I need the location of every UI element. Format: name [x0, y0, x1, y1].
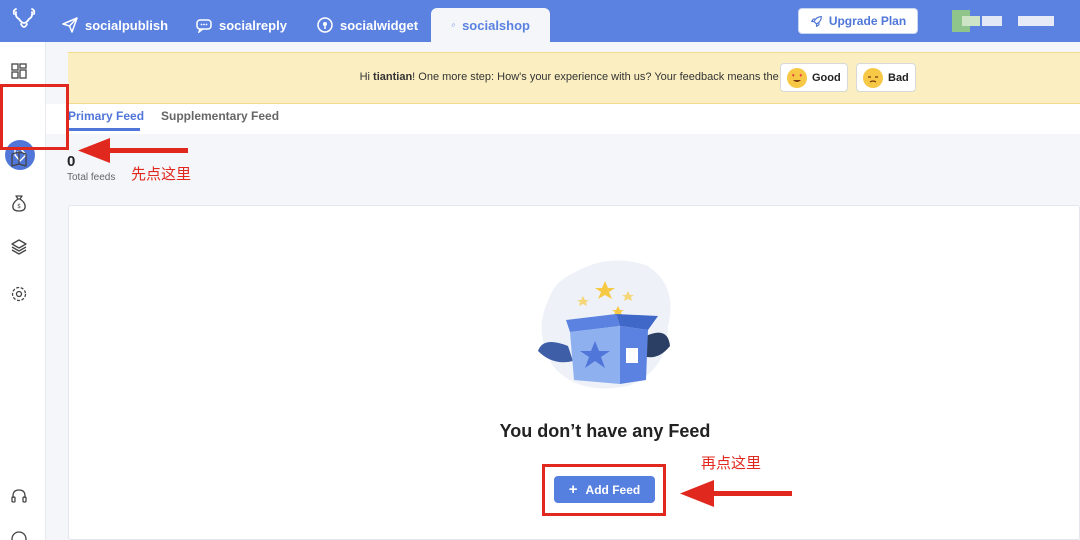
tab-supplementary-feed[interactable]: Supplementary Feed — [161, 109, 279, 123]
sad-face-emoji-icon — [863, 67, 883, 88]
rocket-icon — [810, 15, 822, 27]
chat-bubble-icon — [196, 19, 212, 33]
empty-state-title: You don’t have any Feed — [499, 421, 711, 441]
nav-tab-label: socialreply — [219, 17, 287, 33]
feedback-banner: Hi tiantian! One more step: How's your e… — [68, 52, 1080, 104]
annotation-text-second: 再点这里 — [701, 454, 762, 472]
money-bag-icon[interactable]: $ — [10, 194, 28, 212]
book-icon[interactable] — [10, 150, 28, 168]
shopping-tag-icon — [451, 23, 455, 27]
annotation-arrow-left-icon — [680, 480, 792, 507]
nav-tab-label: socialwidget — [340, 17, 419, 33]
bad-feedback-button[interactable]: Bad — [856, 63, 916, 92]
nav-tab-socialreply[interactable]: socialreply — [196, 8, 287, 42]
tab-primary-feed[interactable]: Primary Feed — [68, 109, 144, 123]
settings-icon[interactable] — [10, 285, 28, 303]
annotation-arrow-left-icon — [78, 138, 188, 163]
nav-tab-label: socialshop — [462, 17, 530, 33]
location-pin-icon — [317, 17, 333, 33]
good-feedback-button[interactable]: Good — [780, 63, 848, 92]
username: tiantian — [373, 71, 413, 83]
paper-plane-icon — [62, 17, 78, 33]
nav-tab-socialpublish[interactable]: socialpublish — [62, 8, 168, 42]
help-icon[interactable] — [10, 530, 28, 540]
nav-tab-label: socialpublish — [85, 17, 169, 33]
nav-tab-socialshop[interactable]: socialshop — [431, 8, 550, 42]
bad-label: Bad — [888, 71, 909, 84]
headset-icon[interactable] — [10, 487, 28, 505]
account-menu[interactable] — [952, 10, 1062, 32]
upgrade-plan-button[interactable]: Upgrade Plan — [798, 8, 918, 34]
annotation-text-first: 先点这里 — [131, 165, 192, 183]
nav-tab-socialwidget[interactable]: socialwidget — [317, 8, 418, 42]
empty-box-illustration — [538, 260, 671, 389]
active-tab-indicator — [68, 128, 140, 131]
upgrade-plan-label: Upgrade Plan — [828, 14, 907, 28]
deer-logo-icon[interactable] — [10, 6, 38, 34]
layers-icon[interactable] — [10, 238, 28, 256]
good-label: Good — [812, 71, 841, 84]
dashboard-icon[interactable] — [10, 62, 28, 80]
heart-eyes-emoji-icon — [787, 67, 807, 88]
annotation-box-sidebar — [0, 84, 69, 150]
feedback-message: Hi tiantian! One more step: How's your e… — [359, 71, 838, 83]
annotation-box-add-feed — [542, 464, 666, 516]
feed-tabs: Primary Feed Supplementary Feed — [46, 104, 1080, 134]
total-feeds-label: Total feeds — [67, 172, 116, 183]
total-feeds-count: 0 — [67, 153, 76, 170]
svg-text:$: $ — [17, 203, 21, 210]
top-nav-bar: socialpublish socialreply socialwidget s… — [0, 0, 1080, 42]
